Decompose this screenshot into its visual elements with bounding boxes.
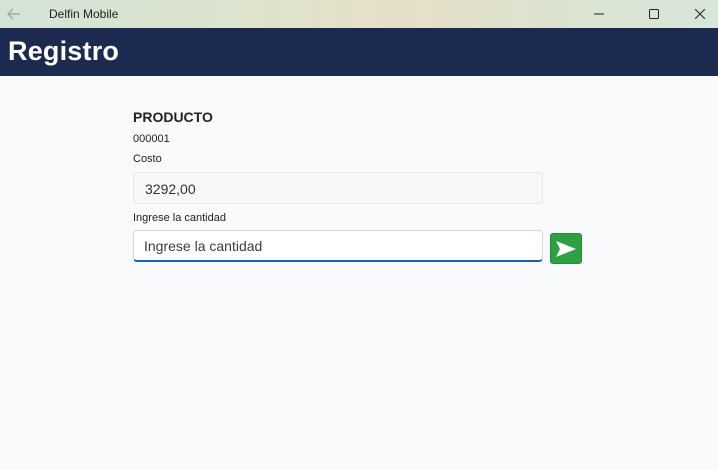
app-window: Delfin Mobile Registro PRODUCTO 000001 C…	[0, 0, 718, 470]
maximize-icon[interactable]	[631, 0, 677, 28]
title-bar: Delfin Mobile	[0, 0, 718, 28]
page-header: Registro	[0, 28, 718, 76]
app-title: Delfin Mobile	[49, 7, 119, 21]
minimize-icon[interactable]	[576, 0, 622, 28]
send-arrow-icon	[556, 240, 576, 257]
cost-field: 3292,00	[133, 172, 543, 204]
back-arrow-icon[interactable]	[0, 0, 28, 28]
quantity-label: Ingrese la cantidad	[133, 212, 226, 224]
send-button[interactable]	[550, 233, 582, 264]
quantity-input[interactable]	[133, 230, 543, 262]
product-label: PRODUCTO	[133, 109, 213, 125]
cost-label: Costo	[133, 153, 162, 165]
page-title: Registro	[8, 36, 120, 66]
close-icon[interactable]	[677, 0, 718, 28]
product-code: 000001	[133, 133, 170, 145]
